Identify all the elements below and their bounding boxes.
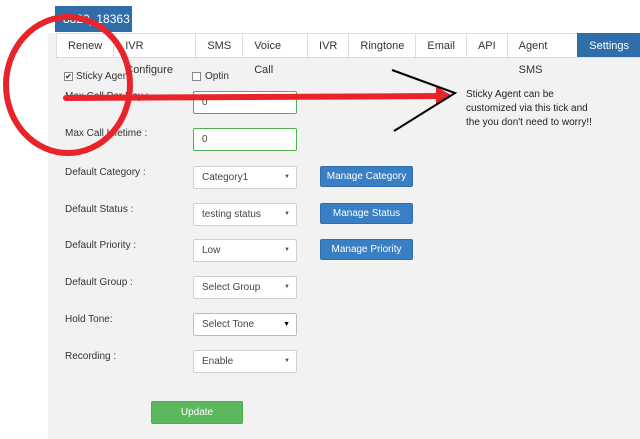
- max-call-lifetime-label: Max Call Lifetime :: [65, 128, 148, 139]
- annotation-line: the you don't need to worry!!: [466, 117, 592, 128]
- chevron-down-icon: ▼: [284, 247, 290, 253]
- annotation-line: Sticky Agent can be: [466, 89, 554, 100]
- default-priority-label: Default Priority :: [65, 240, 137, 251]
- manage-status-button[interactable]: Manage Status: [320, 203, 413, 224]
- recording-label: Recording :: [65, 351, 117, 362]
- default-group-value: Select Group: [202, 282, 261, 293]
- chevron-down-icon: ▼: [284, 284, 290, 290]
- default-priority-select[interactable]: Low ▼: [193, 239, 297, 262]
- default-status-label: Default Status :: [65, 204, 134, 215]
- max-call-per-day-input[interactable]: 0: [193, 91, 297, 114]
- optin-checkbox[interactable]: [192, 72, 201, 81]
- chevron-down-icon: ▼: [284, 211, 290, 217]
- default-category-label: Default Category :: [65, 167, 146, 178]
- tab-voice-call[interactable]: Voice Call: [242, 33, 309, 76]
- update-button[interactable]: Update: [151, 401, 243, 424]
- annotation-note: Sticky Agent can be customized via this …: [466, 88, 626, 130]
- annotation-line: customized via this tick and: [466, 103, 588, 114]
- tab-sms[interactable]: SMS: [195, 33, 244, 57]
- default-category-value: Category1: [202, 172, 249, 183]
- default-priority-value: Low: [202, 245, 221, 256]
- optin-label: Optin: [205, 71, 229, 82]
- tab-renew[interactable]: Renew: [56, 33, 115, 57]
- default-group-label: Default Group :: [65, 277, 133, 288]
- recording-value: Enable: [202, 356, 234, 367]
- tab-ivr[interactable]: IVR: [307, 33, 350, 57]
- manage-category-button[interactable]: Manage Category: [320, 166, 413, 187]
- default-group-select[interactable]: Select Group ▼: [193, 276, 297, 299]
- sticky-agent-checkbox[interactable]: ✔: [64, 72, 73, 81]
- default-category-select[interactable]: Category1 ▼: [193, 166, 297, 189]
- max-call-lifetime-input[interactable]: 0: [193, 128, 297, 151]
- tab-divider: [56, 57, 640, 58]
- recording-select[interactable]: Enable ▼: [193, 350, 297, 373]
- chevron-down-icon: ▼: [284, 358, 290, 364]
- hold-tone-value: Select Tone: [202, 319, 255, 330]
- chevron-down-icon: ▼: [284, 174, 290, 180]
- phone-number-badge: 8820_18363: [55, 6, 132, 32]
- manage-priority-button[interactable]: Manage Priority: [320, 239, 413, 260]
- default-status-value: testing status: [202, 209, 261, 220]
- hold-tone-select[interactable]: Select Tone ▼: [193, 313, 297, 336]
- hold-tone-label: Hold Tone:: [65, 314, 113, 325]
- max-call-per-day-label: Max Call Per Day :: [65, 91, 149, 102]
- tab-bar: Renew IVR Configure SMS Voice Call IVR R…: [56, 33, 640, 76]
- sticky-agent-label: Sticky Agent: [76, 71, 132, 82]
- default-status-select[interactable]: testing status ▼: [193, 203, 297, 226]
- tab-email[interactable]: Email: [415, 33, 467, 57]
- tab-ivr-configure[interactable]: IVR Configure: [113, 33, 197, 76]
- tab-ringtone[interactable]: Ringtone: [348, 33, 417, 57]
- tab-settings[interactable]: Settings: [577, 33, 640, 57]
- tab-agent-sms[interactable]: Agent SMS: [506, 33, 579, 76]
- chevron-down-icon: ▼: [283, 321, 290, 328]
- tab-api[interactable]: API: [465, 33, 508, 57]
